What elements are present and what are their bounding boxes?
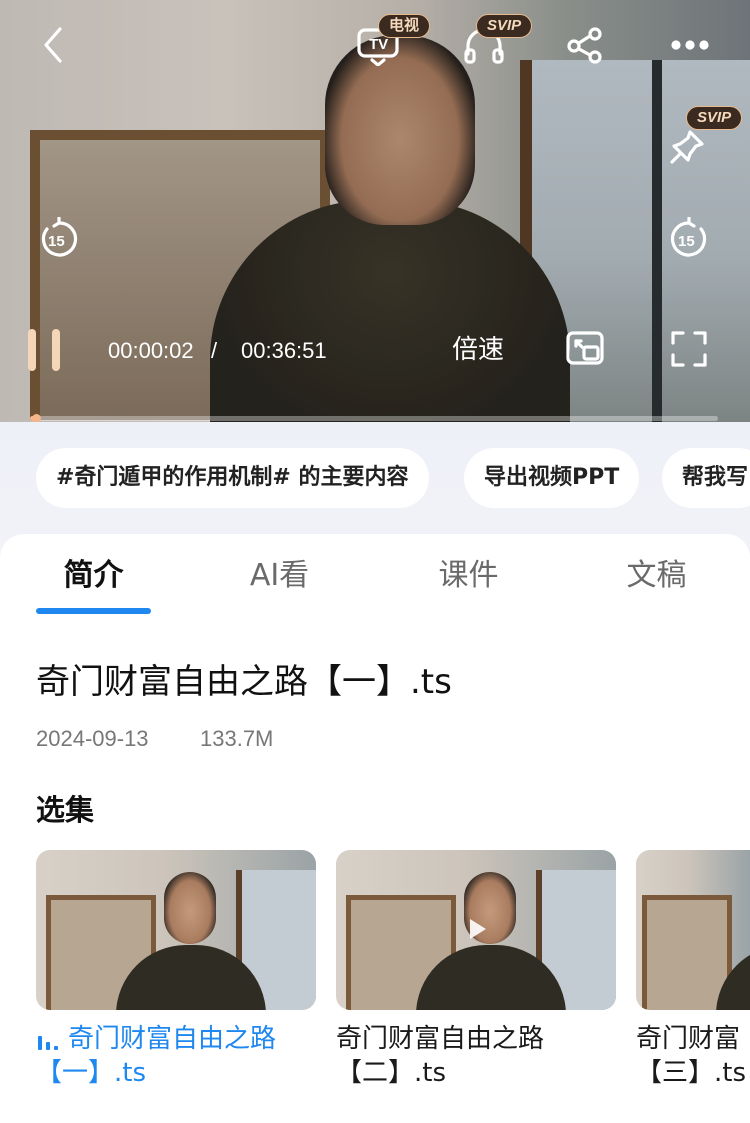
episode-thumbnail-1[interactable] (36, 850, 316, 1010)
episode-3-subtitle: 【三】.ts (636, 1058, 747, 1088)
episode-label-2[interactable]: 奇门财富自由之路 【二】.ts (336, 1022, 616, 1090)
more-icon[interactable] (666, 22, 714, 68)
episode-thumbnail-2[interactable] (336, 850, 616, 1010)
tab-intro[interactable]: 简介 (36, 554, 151, 598)
episode-1-subtitle: 【一】.ts (36, 1058, 147, 1088)
episode-label-1[interactable]: 奇门财富自由之路 【一】.ts (36, 1022, 316, 1090)
chip-help-write[interactable]: 帮我写 (662, 448, 750, 508)
video-date: 2024-09-13 (36, 726, 149, 751)
episode-1-title: 奇门财富自由之路 (68, 1024, 277, 1054)
episode-2-title: 奇门财富自由之路 (336, 1024, 545, 1054)
tab-ai-watch[interactable]: AI看 (222, 554, 337, 598)
chip-export-ppt[interactable]: 导出视频PPT (464, 448, 640, 508)
forward-seconds: 15 (678, 233, 695, 250)
tv-badge: 电视 (378, 14, 431, 38)
pin-svip-badge: SVIP (686, 106, 743, 130)
tab-active-indicator (36, 608, 151, 614)
episodes-section-title: 选集 (36, 793, 95, 827)
episode-thumbnail-3[interactable] (636, 850, 750, 1010)
episode-3-title: 奇门财富 (636, 1024, 741, 1054)
rewind-15-icon[interactable]: 15 (36, 216, 82, 262)
progress-knob[interactable] (32, 414, 41, 422)
video-player[interactable]: TV 电视 SVIP SVIP 15 15 00:00:02 / 00:36:5… (0, 0, 750, 422)
progress-bar[interactable] (30, 414, 718, 422)
share-icon[interactable] (562, 22, 608, 68)
play-icon (470, 919, 486, 939)
total-time: 00:36:51 (241, 338, 327, 363)
pip-icon[interactable] (562, 326, 608, 372)
chip-main-content[interactable]: #奇门遁甲的作用机制# 的主要内容 (36, 448, 429, 508)
current-time: 00:00:02 (108, 338, 194, 363)
pin-icon[interactable] (664, 124, 712, 168)
now-playing-icon (36, 1030, 60, 1050)
video-size: 133.7M (200, 726, 274, 751)
video-title: 奇门财富自由之路【一】.ts (36, 662, 452, 702)
rewind-seconds: 15 (48, 233, 65, 250)
tab-transcript[interactable]: 文稿 (599, 554, 714, 598)
back-icon[interactable] (30, 22, 76, 68)
svg-text:TV: TV (369, 36, 388, 53)
episode-2-subtitle: 【二】.ts (336, 1058, 447, 1088)
fullscreen-icon[interactable] (666, 326, 712, 372)
time-separator: / (211, 338, 218, 363)
episode-label-3[interactable]: 奇门财富 【三】.ts (636, 1022, 750, 1090)
pause-icon[interactable] (22, 322, 66, 378)
forward-15-icon[interactable]: 15 (666, 216, 712, 262)
speed-button[interactable]: 倍速 (452, 332, 504, 368)
tab-courseware[interactable]: 课件 (411, 554, 526, 598)
svip-badge: SVIP (476, 14, 533, 38)
